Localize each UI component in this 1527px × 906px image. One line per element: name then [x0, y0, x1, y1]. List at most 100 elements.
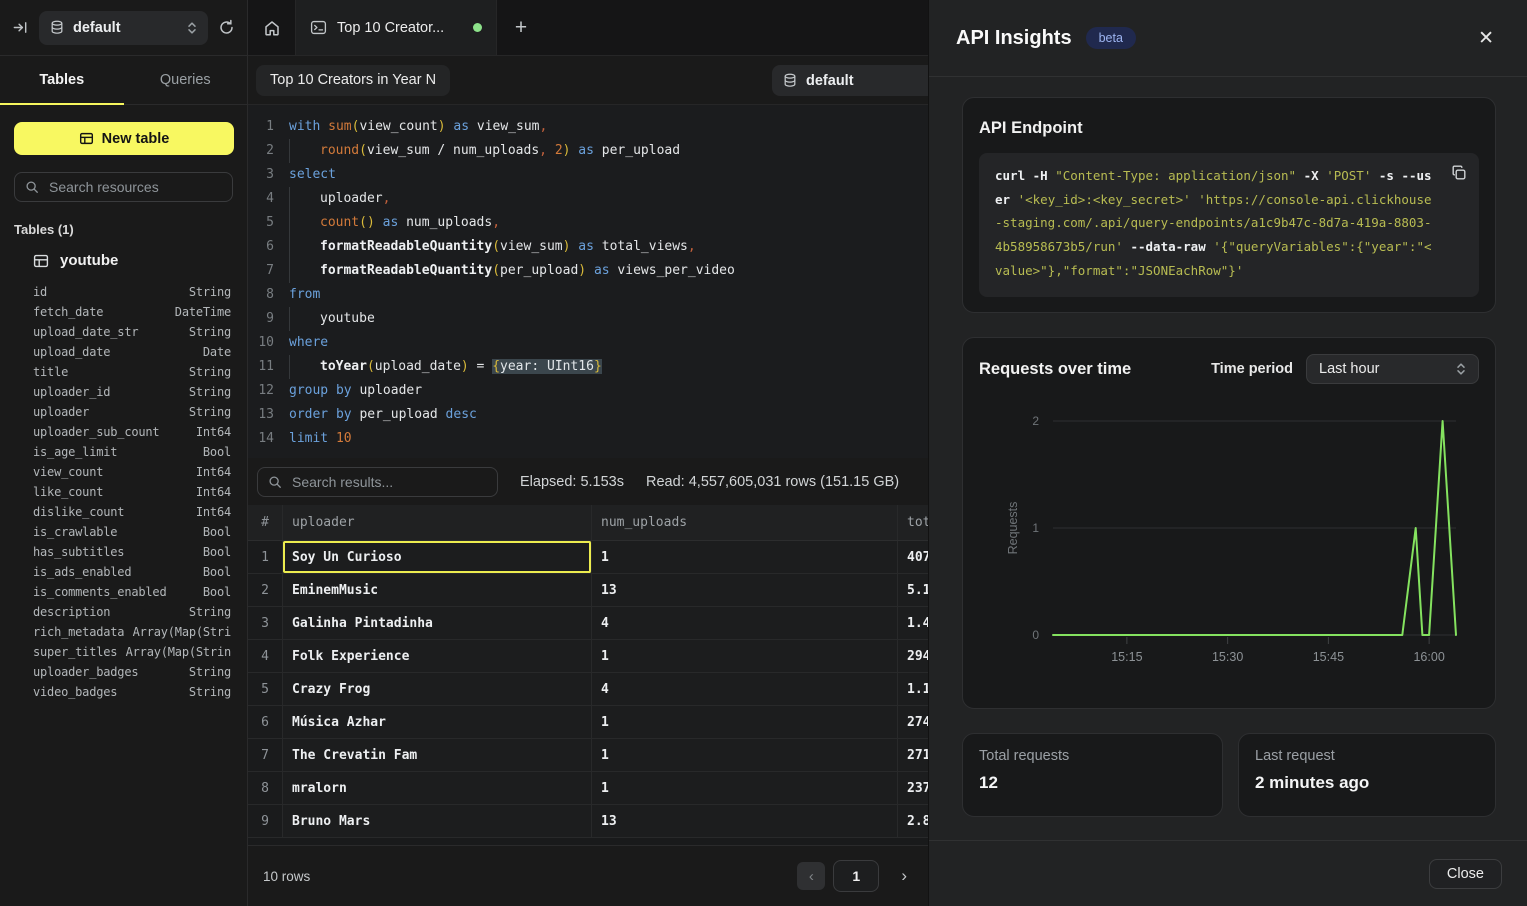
refresh-button[interactable]	[218, 19, 235, 36]
column-name: upload_date_str	[33, 322, 138, 342]
column-row[interactable]: like_countInt64	[33, 482, 231, 502]
tab-queries[interactable]: Queries	[124, 56, 248, 104]
total-views-cell[interactable]: 294	[898, 640, 928, 672]
query-title-label: Top 10 Creators in Year N	[270, 72, 436, 88]
uploader-cell[interactable]: Crazy Frog	[283, 673, 592, 705]
y-tick-label: 0	[1032, 628, 1039, 642]
collapse-sidebar-button[interactable]	[12, 19, 29, 36]
home-button[interactable]	[248, 0, 295, 55]
requests-card-header: Requests over time Time period Last hour	[979, 354, 1479, 384]
num-uploads-cell[interactable]: 13	[592, 574, 898, 606]
uploader-cell[interactable]: The Crevatin Fam	[283, 739, 592, 771]
sql-token	[289, 355, 320, 379]
column-row[interactable]: uploader_sub_countInt64	[33, 422, 231, 442]
num-uploads-cell[interactable]: 13	[592, 805, 898, 837]
query-title[interactable]: Top 10 Creators in Year N	[256, 65, 450, 96]
table-row: 1Soy Un Curioso1407	[248, 541, 928, 574]
results-search[interactable]	[257, 467, 498, 497]
sql-code: where	[274, 331, 328, 355]
sidebar-search[interactable]	[14, 172, 233, 202]
column-row[interactable]: titleString	[33, 362, 231, 382]
column-row[interactable]: view_countInt64	[33, 462, 231, 482]
num-uploads-cell[interactable]: 1	[592, 640, 898, 672]
column-row[interactable]: video_badgesString	[33, 682, 231, 702]
header-cell[interactable]: uploader	[283, 505, 592, 540]
num-uploads-cell[interactable]: 1	[592, 739, 898, 771]
sql-token: as	[578, 239, 594, 254]
results-toolbar: Elapsed: 5.153s Read: 4,557,605,031 rows…	[248, 458, 928, 505]
column-row[interactable]: uploader_badgesString	[33, 662, 231, 682]
total-views-cell[interactable]: 1.1	[898, 673, 928, 705]
query-tab[interactable]: Top 10 Creator...	[295, 0, 497, 55]
uploader-cell[interactable]: Folk Experience	[283, 640, 592, 672]
sql-token: )	[461, 359, 469, 374]
column-row[interactable]: is_age_limitBool	[33, 442, 231, 462]
new-tab-button[interactable]: +	[497, 0, 545, 55]
sql-line: 5count() as num_uploads,	[248, 211, 928, 235]
sql-token: (	[367, 359, 375, 374]
refresh-icon	[218, 19, 235, 36]
total-views-cell[interactable]: 274	[898, 706, 928, 738]
column-type: Date	[203, 342, 231, 362]
column-row[interactable]: dislike_countInt64	[33, 502, 231, 522]
column-row[interactable]: has_subtitlesBool	[33, 542, 231, 562]
column-row[interactable]: upload_date_strString	[33, 322, 231, 342]
sql-token: ,	[539, 143, 547, 158]
database-select[interactable]: default	[39, 11, 208, 45]
curl-command[interactable]: curl -H "Content-Type: application/json"…	[979, 153, 1479, 297]
uploader-cell[interactable]: EminemMusic	[283, 574, 592, 606]
new-table-button[interactable]: New table	[14, 122, 234, 155]
tab-strip: Top 10 Creator... +	[248, 0, 928, 56]
close-button[interactable]: Close	[1429, 859, 1502, 889]
sql-code: formatReadableQuantity(per_upload) as vi…	[274, 259, 735, 283]
column-row[interactable]: is_comments_enabledBool	[33, 582, 231, 602]
column-row[interactable]: idString	[33, 282, 231, 302]
header-cell[interactable]: num_uploads	[592, 505, 898, 540]
num-uploads-cell[interactable]: 1	[592, 706, 898, 738]
sidebar-search-input[interactable]	[47, 178, 222, 196]
column-name: has_subtitles	[33, 542, 124, 562]
uploader-cell[interactable]: Bruno Mars	[283, 805, 592, 837]
uploader-cell[interactable]: Música Azhar	[283, 706, 592, 738]
sql-code: uploader,	[274, 187, 390, 211]
editor-database-select[interactable]: default	[772, 65, 950, 96]
table-name: youtube	[60, 252, 118, 269]
tab-tables[interactable]: Tables	[0, 56, 124, 104]
num-uploads-cell[interactable]: 1	[592, 772, 898, 804]
column-row[interactable]: descriptionString	[33, 602, 231, 622]
total-views-cell[interactable]: 271	[898, 739, 928, 771]
uploader-cell[interactable]: mralorn	[283, 772, 592, 804]
uploader-cell[interactable]: Soy Un Curioso	[283, 541, 592, 573]
total-views-cell[interactable]: 407	[898, 541, 928, 573]
column-row[interactable]: super_titlesArray(Map(Strin	[33, 642, 231, 662]
total-views-cell[interactable]: 237	[898, 772, 928, 804]
column-row[interactable]: uploader_idString	[33, 382, 231, 402]
num-uploads-cell[interactable]: 1	[592, 541, 898, 573]
total-views-cell[interactable]: 1.4	[898, 607, 928, 639]
close-panel-button[interactable]: ✕	[1472, 28, 1500, 49]
header-cell[interactable]: tot	[898, 505, 928, 540]
column-row[interactable]: rich_metadataArray(Map(Stri	[33, 622, 231, 642]
requests-chart: 01215:1515:3015:4516:00Requests	[963, 401, 1495, 696]
pagination-page[interactable]: 1	[833, 860, 879, 892]
sql-editor[interactable]: 1with sum(view_count) as view_sum,2round…	[248, 105, 928, 458]
pagination-next-button[interactable]: ›	[895, 865, 913, 887]
results-search-input[interactable]	[290, 473, 487, 491]
column-row[interactable]: uploaderString	[33, 402, 231, 422]
sql-token: where	[289, 335, 328, 350]
num-uploads-cell[interactable]: 4	[592, 673, 898, 705]
total-views-cell[interactable]: 2.8	[898, 805, 928, 837]
header-cell[interactable]: #	[248, 505, 283, 540]
sidebar-item-youtube[interactable]: youtube	[33, 252, 233, 269]
copy-button[interactable]	[1451, 165, 1467, 181]
column-row[interactable]: fetch_dateDateTime	[33, 302, 231, 322]
time-period-select[interactable]: Last hour	[1306, 354, 1479, 384]
pagination-prev-button[interactable]: ‹	[797, 862, 825, 890]
column-row[interactable]: is_ads_enabledBool	[33, 562, 231, 582]
column-row[interactable]: is_crawlableBool	[33, 522, 231, 542]
total-views-cell[interactable]: 5.1	[898, 574, 928, 606]
column-row[interactable]: upload_dateDate	[33, 342, 231, 362]
num-uploads-cell[interactable]: 4	[592, 607, 898, 639]
uploader-cell[interactable]: Galinha Pintadinha	[283, 607, 592, 639]
column-type: DateTime	[175, 302, 231, 322]
